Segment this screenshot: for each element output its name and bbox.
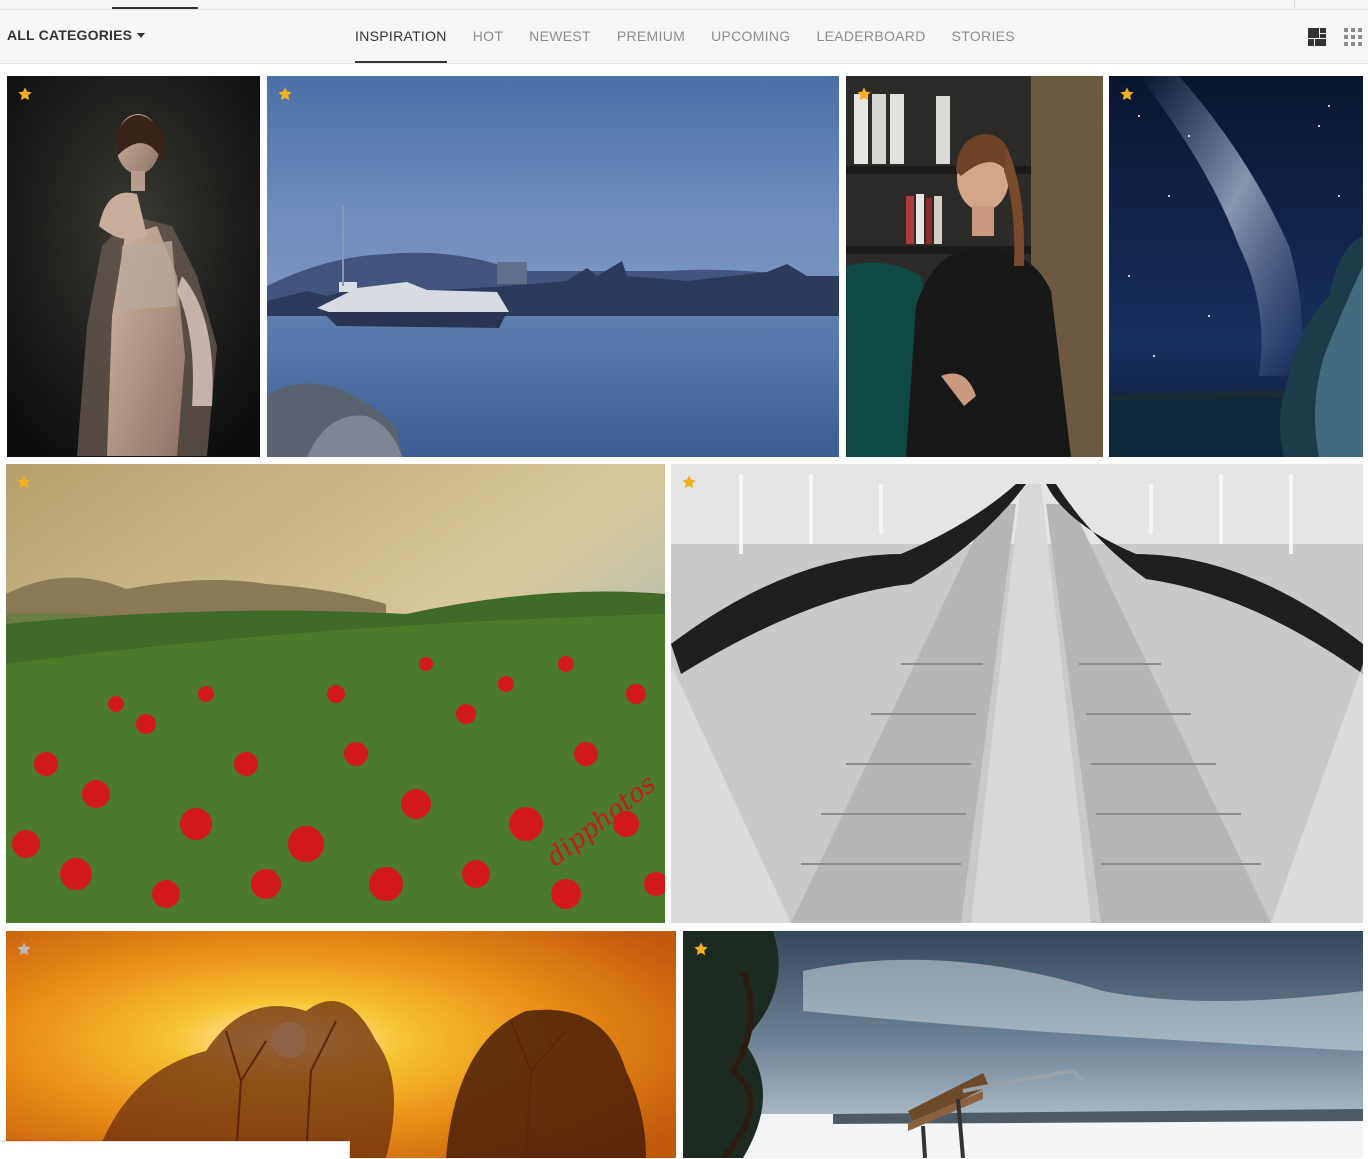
photo-tile-river-city[interactable]	[267, 76, 839, 457]
featured-star-icon	[857, 87, 871, 101]
all-categories-label: ALL CATEGORIES	[7, 27, 133, 43]
photo-tile-poppy-field[interactable]: dipphotos	[6, 464, 665, 923]
caret-down-icon	[137, 33, 146, 38]
featured-star-icon	[682, 475, 696, 489]
grid-layout-icon[interactable]	[1343, 27, 1363, 47]
top-divider	[1294, 0, 1295, 9]
woman-bookshelf-image	[846, 76, 1103, 457]
mosaic-layout-icon[interactable]	[1307, 27, 1327, 47]
all-categories-dropdown[interactable]: ALL CATEGORIES	[7, 27, 146, 43]
tab-leaderboard[interactable]: LEADERBOARD	[817, 10, 926, 63]
star-icon	[17, 942, 31, 956]
photo-tile-escalators[interactable]	[671, 464, 1363, 923]
photo-tile-milky-way[interactable]	[1109, 76, 1363, 457]
top-active-indicator	[112, 7, 198, 9]
milky-way-image	[1109, 76, 1363, 457]
photo-tile-snow-bench[interactable]	[683, 931, 1363, 1158]
escalators-image	[671, 464, 1363, 923]
featured-star-icon	[17, 475, 31, 489]
feed-tabs: INSPIRATION HOT NEWEST PREMIUM UPCOMING …	[355, 10, 1041, 63]
photo-tile-sunset-trees[interactable]	[6, 931, 676, 1158]
tab-hot[interactable]: HOT	[473, 10, 503, 63]
filter-navbar: ALL CATEGORIES INSPIRATION HOT NEWEST PR…	[0, 10, 1368, 64]
woman-portrait-image	[7, 76, 260, 457]
tab-newest[interactable]: NEWEST	[529, 10, 591, 63]
photo-tile-woman-portrait[interactable]	[7, 76, 260, 457]
featured-star-icon	[1120, 87, 1134, 101]
top-strip	[0, 0, 1368, 10]
photo-tile-woman-bookshelf[interactable]	[846, 76, 1103, 457]
featured-star-icon	[278, 87, 292, 101]
tab-inspiration[interactable]: INSPIRATION	[355, 10, 447, 63]
featured-star-icon	[18, 87, 32, 101]
tab-stories[interactable]: STORIES	[952, 10, 1015, 63]
bottom-overlay-panel	[0, 1141, 350, 1159]
tab-upcoming[interactable]: UPCOMING	[711, 10, 790, 63]
sunset-trees-image	[6, 931, 676, 1158]
tab-premium[interactable]: PREMIUM	[617, 10, 685, 63]
featured-star-icon	[694, 942, 708, 956]
snow-bench-image	[683, 931, 1363, 1158]
river-city-image	[267, 76, 839, 457]
